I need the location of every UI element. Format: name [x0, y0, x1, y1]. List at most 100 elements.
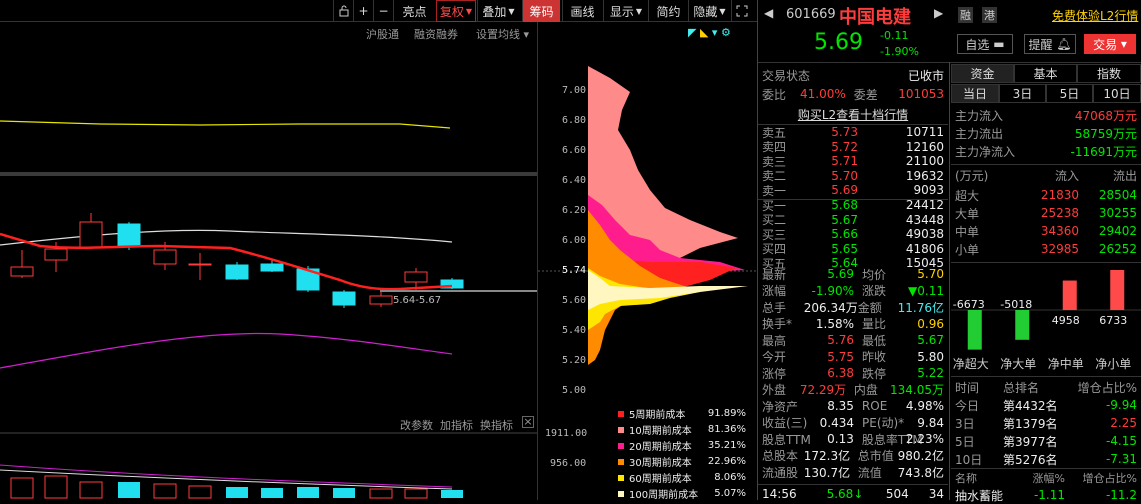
- close-indicator-icon[interactable]: ×: [522, 416, 534, 428]
- y-tick: 6.60: [562, 145, 587, 156]
- prev-stock-icon[interactable]: ◀: [764, 6, 773, 20]
- tab-10d[interactable]: 10日: [1093, 84, 1141, 103]
- chip-legend-item: 60周期前成本 8.06%: [618, 470, 746, 485]
- cell: 26252: [1098, 242, 1137, 256]
- y-tick: 6.80: [562, 115, 587, 126]
- cell: 5.71: [831, 154, 858, 168]
- cell: 19632: [905, 168, 944, 183]
- cell: 涨幅: [762, 284, 787, 298]
- cell: 29402: [1098, 224, 1137, 238]
- ask-row[interactable]: 卖一 5.69 9093: [758, 183, 948, 198]
- cell: 内盘: [853, 383, 878, 397]
- cell: 涨停: [762, 366, 787, 381]
- rank-row: 今日 第4432名 -9.94: [951, 396, 1141, 414]
- tab-3d[interactable]: 3日: [999, 84, 1046, 103]
- l2-trial-link[interactable]: 免费体验L2行情: [1052, 7, 1138, 24]
- edit-params-link[interactable]: 改参数: [400, 417, 433, 433]
- cell: 49038: [905, 227, 944, 241]
- cell: 980.2亿: [897, 449, 944, 463]
- cell: 8.35: [827, 399, 854, 413]
- ask-row[interactable]: 卖二 5.70 19632: [758, 168, 948, 184]
- cell: 0.13: [827, 432, 854, 446]
- stock-name: 中国电建: [839, 7, 911, 28]
- cell: 总手: [762, 300, 787, 315]
- cell: 41806: [905, 241, 944, 256]
- add-indicator-link[interactable]: 加指标: [440, 417, 473, 433]
- last-tick: 14:56 5.68 ↓ 504 34: [762, 487, 944, 501]
- quote-row: 涨幅 -1.90% 涨跌 ▼0.11: [758, 283, 948, 299]
- watchlist-button[interactable]: 自选 ▬: [957, 34, 1013, 54]
- quote-row: 流通股 130.7亿 流值 743.8亿: [758, 464, 948, 480]
- tab-capital[interactable]: 资金: [951, 64, 1014, 83]
- cell: 72.29万: [799, 383, 847, 397]
- cell: 58759万元: [1074, 126, 1137, 141]
- ask-row[interactable]: 卖三 5.71 21100: [758, 154, 948, 169]
- cell: 5.80: [917, 349, 944, 364]
- cell: 1.58%: [815, 316, 854, 331]
- tab-today[interactable]: 当日: [951, 84, 999, 103]
- ask-row[interactable]: 卖五 5.73 10711: [758, 125, 948, 140]
- cell: 总市值: [857, 449, 894, 463]
- cell: 25238: [1040, 206, 1079, 220]
- y-tick: 7.00: [562, 85, 587, 96]
- cell: 3日: [955, 416, 975, 431]
- cell: 134.05万: [890, 383, 944, 397]
- cell: 5.70: [831, 168, 858, 183]
- cell: 2.25: [1110, 416, 1137, 430]
- bid-row[interactable]: 买四 5.65 41806: [758, 241, 948, 257]
- bid-row[interactable]: 买三 5.66 49038: [758, 227, 948, 242]
- y-tick: 6.00: [562, 235, 587, 246]
- chip-legend-item: 20周期前成本 35.21%: [618, 438, 746, 453]
- cell: -11691万元: [1070, 144, 1137, 159]
- bell-icon: 🔔︎: [1056, 37, 1072, 51]
- cell: 主力流入: [955, 108, 1004, 123]
- net-bar-label: 6733: [1099, 314, 1127, 327]
- ask-row[interactable]: 卖四 5.72 12160: [758, 140, 948, 155]
- cell: 今开: [762, 350, 787, 364]
- cell: 5.65: [831, 241, 858, 256]
- y-tick: 6.40: [562, 175, 587, 186]
- cell: 10日: [955, 452, 983, 467]
- cell: 5.75: [827, 349, 854, 364]
- tab-5d[interactable]: 5日: [1046, 84, 1093, 103]
- cell: -9.94: [1105, 398, 1137, 412]
- cell: 昨收: [862, 350, 887, 364]
- cell: 5.22: [917, 366, 944, 380]
- cell: 5.66: [831, 227, 858, 241]
- bid-row[interactable]: 买二 5.67 43448: [758, 213, 948, 228]
- quote-row: 最新 5.69 均价 5.70: [758, 266, 948, 282]
- trade-button[interactable]: 交易 ▾: [1084, 34, 1136, 54]
- quote-row: 总手 206.34万 金额 11.76亿: [758, 299, 948, 315]
- cell: 6.38: [827, 366, 854, 380]
- cell: 5.70: [917, 267, 944, 281]
- cell: 5.69: [827, 267, 854, 281]
- y-tick: 5.60: [562, 295, 587, 306]
- buy-l2-link[interactable]: 购买L2查看十档行情: [758, 105, 948, 123]
- net-bar: [1062, 280, 1077, 310]
- cell: 5日: [955, 434, 975, 449]
- cell: 5.68: [831, 198, 858, 212]
- flow-row: 中单 34360 29402: [951, 222, 1141, 240]
- y-tick-current: 5.74: [562, 265, 587, 276]
- vol-tick: 956.00: [550, 458, 587, 469]
- cell: 中单: [955, 224, 980, 239]
- cell: 0.434: [819, 415, 854, 430]
- rank-row: 5日 第3977名 -4.15: [951, 432, 1141, 450]
- cell: 172.3亿: [803, 449, 851, 463]
- tab-basic[interactable]: 基本: [1014, 64, 1077, 83]
- cell: 净资产: [762, 399, 799, 414]
- bid-row[interactable]: 买一 5.68 24412: [758, 198, 948, 213]
- cell: 主力流出: [955, 126, 1004, 141]
- switch-indicator-link[interactable]: 换指标: [480, 417, 513, 433]
- cell: 0.96: [917, 316, 944, 331]
- next-stock-icon[interactable]: ▶: [934, 6, 943, 20]
- hk-tag: 港: [982, 7, 997, 23]
- chip-legend-item: 10周期前成本 81.36%: [618, 422, 746, 437]
- cell: 流通股: [762, 465, 799, 480]
- chip-legend-item: 100周期前成本 5.07%: [618, 486, 746, 501]
- tab-index[interactable]: 指数: [1077, 64, 1141, 83]
- cell: 24412: [905, 198, 944, 212]
- sector-row[interactable]: 抽水蓄能 -1.11 -11.2: [951, 486, 1141, 504]
- alert-button[interactable]: 提醒 🔔︎: [1024, 34, 1076, 54]
- flow-header: (万元) 流入 流出: [955, 168, 1137, 183]
